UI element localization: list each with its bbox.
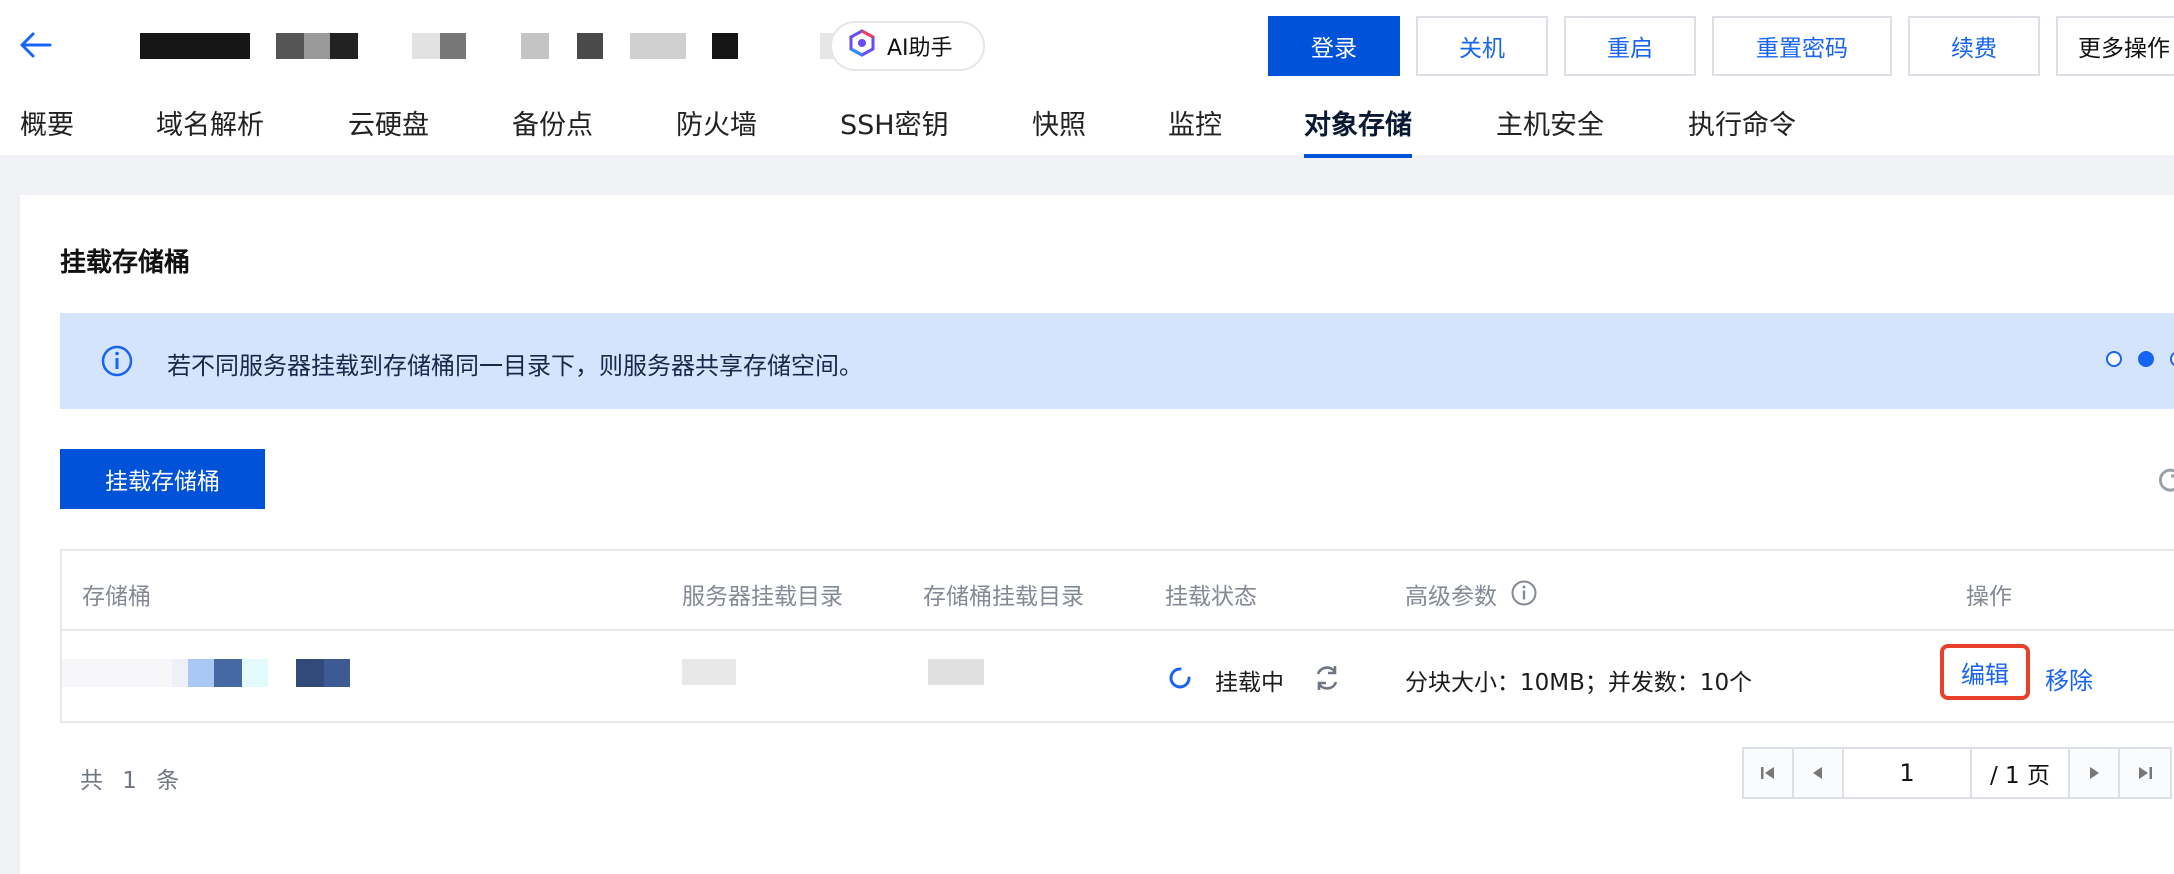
carousel-dot-1[interactable] bbox=[2106, 351, 2122, 367]
info-icon bbox=[100, 344, 134, 378]
mount-status: 挂载中 bbox=[1215, 670, 1284, 696]
carousel-dot-2[interactable] bbox=[2138, 351, 2154, 367]
restart-button[interactable]: 重启 bbox=[1564, 16, 1696, 76]
ai-assistant-label: AI助手 bbox=[887, 36, 953, 61]
notice-text: 若不同服务器挂载到存储桶同一目录下，则服务器共享存储空间。 bbox=[167, 352, 863, 380]
tab-host-security[interactable]: 主机安全 bbox=[1496, 108, 1604, 158]
remove-link[interactable]: 移除 bbox=[2045, 661, 2093, 696]
refresh-icon[interactable] bbox=[2155, 465, 2174, 495]
panel-title: 挂载存储桶 bbox=[60, 248, 191, 278]
tab-snapshots[interactable]: 快照 bbox=[1032, 108, 1086, 158]
advanced-params: 分块大小：10MB；并发数：10个 bbox=[1405, 670, 1753, 696]
first-page-icon[interactable] bbox=[1744, 749, 1794, 797]
header-status: 挂载状态 bbox=[1165, 584, 1257, 610]
notice-carousel-dots bbox=[2106, 351, 2174, 367]
advanced-info-icon[interactable] bbox=[1510, 579, 1538, 611]
edit-link[interactable]: 编辑 bbox=[1940, 644, 2030, 700]
ai-assistant-button[interactable]: AI助手 bbox=[830, 21, 985, 71]
carousel-dot-3[interactable] bbox=[2170, 351, 2174, 367]
ai-logo-icon bbox=[847, 28, 877, 64]
renew-button[interactable]: 续费 bbox=[1908, 16, 2040, 76]
table-header: 存储桶 服务器挂载目录 存储桶挂载目录 挂载状态 高级参数 操作 bbox=[62, 551, 2174, 631]
page-total: / 1 页 bbox=[1972, 749, 2070, 797]
tab-run-command[interactable]: 执行命令 bbox=[1688, 108, 1796, 158]
tab-cloud-disk[interactable]: 云硬盘 bbox=[348, 108, 429, 158]
back-arrow-icon[interactable] bbox=[18, 30, 54, 60]
header-bucket: 存储桶 bbox=[82, 584, 151, 610]
total-count: 共 1 条 bbox=[80, 768, 186, 794]
tab-dns[interactable]: 域名解析 bbox=[156, 108, 264, 158]
tab-ssh-keys[interactable]: SSH密钥 bbox=[840, 108, 949, 158]
header-advanced: 高级参数 bbox=[1405, 584, 1497, 610]
top-header: AI助手 登录 关机 重启 重置密码 续费 更多操作 概要 域名解析 云硬盘 备… bbox=[0, 0, 2174, 158]
pagination: / 1 页 bbox=[1742, 747, 2172, 799]
tab-firewall[interactable]: 防火墙 bbox=[676, 108, 757, 158]
header-actions: 操作 bbox=[1966, 584, 2012, 610]
header-bucket-dir: 存储桶挂载目录 bbox=[923, 584, 1084, 610]
mount-bucket-button[interactable]: 挂载存储桶 bbox=[60, 449, 265, 509]
mount-bucket-panel: 挂载存储桶 若不同服务器挂载到存储桶同一目录下，则服务器共享存储空间。 挂载存储… bbox=[20, 195, 2174, 874]
tab-overview[interactable]: 概要 bbox=[20, 108, 74, 158]
shutdown-button[interactable]: 关机 bbox=[1416, 16, 1548, 76]
next-page-icon[interactable] bbox=[2070, 749, 2120, 797]
prev-page-icon[interactable] bbox=[1794, 749, 1844, 797]
table-row: 挂载中 分块大小：10MB；并发数：10个 编辑 移除 bbox=[62, 633, 2174, 723]
header-server-dir: 服务器挂载目录 bbox=[682, 584, 843, 610]
redacted-bucket-dir bbox=[928, 659, 984, 685]
tab-backup[interactable]: 备份点 bbox=[512, 108, 593, 158]
redacted-server-dir bbox=[682, 659, 736, 685]
bucket-table: 存储桶 服务器挂载目录 存储桶挂载目录 挂载状态 高级参数 操作 挂载中 分块大… bbox=[60, 549, 2174, 723]
tab-bar: 概要 域名解析 云硬盘 备份点 防火墙 SSH密钥 快照 监控 对象存储 主机安… bbox=[0, 100, 2174, 158]
page-number-input[interactable] bbox=[1844, 749, 1972, 797]
loading-spinner-icon bbox=[1167, 665, 1193, 695]
info-notice: 若不同服务器挂载到存储桶同一目录下，则服务器共享存储空间。 bbox=[60, 313, 2174, 409]
login-button[interactable]: 登录 bbox=[1268, 16, 1400, 76]
last-page-icon[interactable] bbox=[2120, 749, 2170, 797]
more-actions-button[interactable]: 更多操作 bbox=[2056, 16, 2174, 76]
tab-object-storage[interactable]: 对象存储 bbox=[1304, 108, 1412, 158]
status-refresh-icon[interactable] bbox=[1312, 663, 1342, 697]
reset-password-button[interactable]: 重置密码 bbox=[1712, 16, 1892, 76]
tab-monitoring[interactable]: 监控 bbox=[1168, 108, 1222, 158]
